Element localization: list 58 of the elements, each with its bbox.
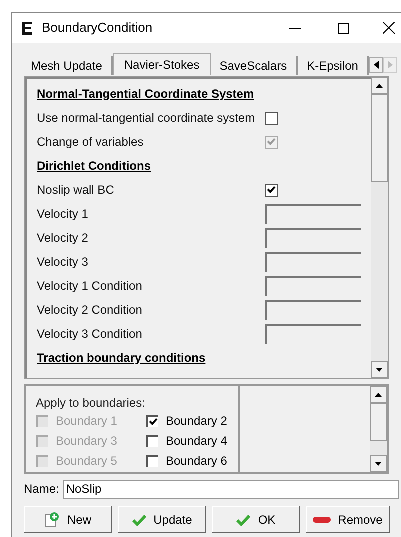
up-arrow-icon [376, 84, 383, 88]
button[interactable]: OK [212, 506, 300, 533]
minus-icon [313, 516, 332, 522]
close-icon[interactable] [383, 22, 395, 34]
checkbox-label: Use normal-tangential coordinate system [37, 110, 256, 127]
checkbox-label: Boundary 5 [56, 453, 118, 470]
field-label: Velocity 1 [37, 206, 90, 223]
boundaries-scrollbar[interactable] [370, 386, 387, 472]
new-document-icon [44, 512, 60, 528]
field-label: Velocity 2 Condition [37, 302, 144, 319]
scroll-down-button[interactable] [371, 361, 388, 378]
checkbox[interactable] [146, 435, 158, 447]
app-logo-icon [22, 22, 33, 34]
button[interactable]: Remove [306, 506, 390, 533]
window-title: BoundaryCondition [42, 19, 153, 38]
scroll-thumb[interactable] [371, 94, 388, 182]
checkmark-icon [267, 186, 276, 194]
checkbox-label: Boundary 1 [56, 413, 118, 430]
maximize-icon[interactable] [338, 22, 349, 34]
scroll-thumb[interactable] [370, 403, 387, 441]
button[interactable]: Update [118, 506, 206, 533]
checkbox[interactable] [265, 184, 278, 196]
right-arrow-icon [388, 61, 393, 69]
section-heading: Traction boundary conditions [37, 350, 206, 367]
tab[interactable]: Navier-Stokes [113, 53, 211, 75]
boundaries-label: Apply to boundaries: [36, 395, 146, 412]
up-arrow-icon [375, 392, 382, 396]
field-label: Velocity 2 [37, 230, 90, 247]
checkbox-label: Noslip wall BC [37, 182, 116, 199]
field-label: Velocity 3 Condition [37, 326, 144, 343]
name-label: Name: [24, 481, 60, 498]
checkbox-label: Boundary 6 [166, 453, 228, 470]
checkmark-icon [132, 514, 147, 526]
name-field[interactable]: NoSlip [63, 480, 399, 498]
checkbox-label: Change of variables [37, 134, 145, 151]
section-heading: Normal-Tangential Coordinate System [37, 86, 254, 103]
down-arrow-icon [376, 368, 383, 372]
section-heading: Dirichlet Conditions [37, 158, 151, 175]
down-arrow-icon [375, 462, 382, 466]
checkbox[interactable] [146, 415, 158, 427]
checkbox-label: Boundary 4 [166, 433, 228, 450]
checkmark-icon [148, 418, 158, 426]
tab[interactable]: SaveScalars [210, 56, 298, 75]
checkbox-label: Boundary 3 [56, 433, 118, 450]
checkbox[interactable] [265, 112, 278, 124]
scroll-up-button[interactable] [371, 77, 388, 94]
vertical-scrollbar[interactable] [371, 77, 388, 378]
left-arrow-icon [374, 61, 379, 69]
scroll-down-button[interactable] [370, 455, 387, 472]
checkmark-icon [236, 514, 252, 526]
checkbox-label: Boundary 2 [166, 413, 228, 430]
checkmark-icon [267, 138, 276, 146]
button[interactable]: New [24, 506, 112, 533]
checkbox[interactable] [146, 455, 158, 467]
tab-scroll-left-button[interactable] [369, 57, 384, 73]
field-label: Velocity 3 [37, 254, 90, 271]
field-label: Velocity 1 Condition [37, 278, 144, 295]
scroll-up-button[interactable] [370, 386, 387, 403]
